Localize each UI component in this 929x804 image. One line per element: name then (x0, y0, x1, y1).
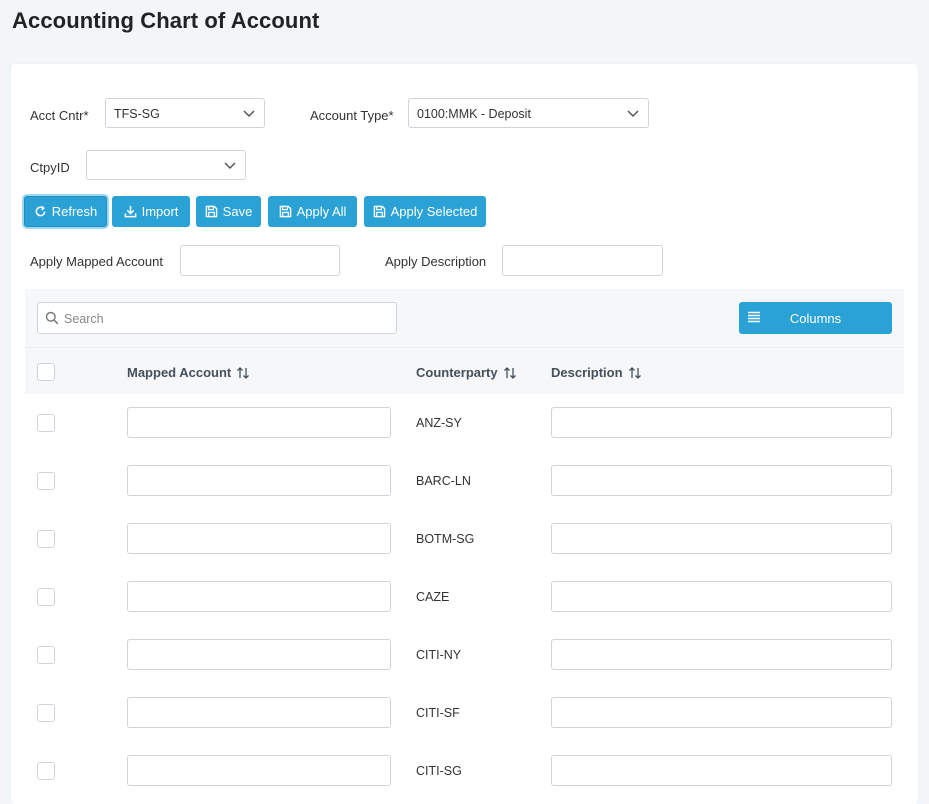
page-title: Accounting Chart of Account (12, 8, 320, 33)
search-input[interactable]: Search (37, 302, 397, 334)
chevron-down-icon (243, 110, 255, 118)
chevron-down-icon (224, 162, 236, 170)
description-input[interactable] (551, 755, 892, 786)
ctpy-select[interactable] (86, 150, 246, 180)
acct-cntr-label: Acct Cntr* (30, 108, 89, 123)
save-icon (279, 205, 291, 218)
apply-mapped-account-input[interactable] (180, 245, 340, 276)
columns-button[interactable]: Columns (739, 302, 892, 334)
save-icon (205, 205, 217, 218)
table-row: CITI-NY (25, 626, 904, 685)
sort-icon (237, 366, 250, 379)
counterparty-cell: CITI-SG (416, 764, 462, 778)
mapped-account-input[interactable] (127, 639, 391, 670)
apply-selected-label: Apply Selected (390, 204, 478, 219)
counterparty-cell: CITI-SF (416, 706, 460, 720)
counterparty-cell: CAZE (416, 590, 450, 604)
mapped-account-input[interactable] (127, 523, 391, 554)
mapped-account-input[interactable] (127, 755, 391, 786)
header-description[interactable]: Description (551, 365, 642, 380)
mapped-account-input[interactable] (127, 465, 391, 496)
header-mapped-account-label: Mapped Account (127, 365, 232, 380)
sort-icon (628, 366, 641, 379)
apply-description-label: Apply Description (385, 254, 487, 269)
mapped-account-input[interactable] (127, 697, 391, 728)
table-row: CITI-SG (25, 742, 904, 800)
header-mapped-account[interactable]: Mapped Account (127, 365, 250, 380)
select-all-checkbox[interactable] (37, 363, 55, 381)
acct-cntr-value: TFS-SG (114, 107, 160, 121)
save-button[interactable]: Save (196, 196, 261, 227)
account-type-select[interactable]: 0100:MMK - Deposit (408, 98, 649, 128)
download-icon (124, 205, 136, 218)
sort-icon (503, 366, 516, 379)
apply-selected-button[interactable]: Apply Selected (364, 196, 486, 227)
row-checkbox[interactable] (37, 530, 55, 548)
row-checkbox[interactable] (37, 414, 55, 432)
search-placeholder: Search (64, 312, 104, 326)
header-description-label: Description (551, 365, 623, 380)
chevron-down-icon (627, 110, 639, 118)
counterparty-cell: CITI-NY (416, 648, 462, 662)
search-icon (45, 311, 59, 325)
table-row: ANZ-SY (25, 394, 904, 453)
refresh-icon (35, 205, 46, 217)
description-input[interactable] (551, 639, 892, 670)
table-row: CAZE (25, 568, 904, 627)
table-row: BOTM-SG (25, 510, 904, 569)
row-checkbox[interactable] (37, 704, 55, 722)
counterparty-cell: BOTM-SG (416, 532, 475, 546)
account-type-value: 0100:MMK - Deposit (417, 107, 531, 121)
refresh-label: Refresh (51, 204, 98, 219)
header-counterparty-label: Counterparty (416, 365, 498, 380)
table-row: CITI-SF (25, 684, 904, 743)
description-input[interactable] (551, 697, 892, 728)
row-checkbox[interactable] (37, 646, 55, 664)
header-counterparty[interactable]: Counterparty (416, 365, 517, 380)
ctpy-label: CtpyID (30, 160, 70, 175)
import-button[interactable]: Import (112, 196, 190, 227)
table-row: BARC-LN (25, 452, 904, 511)
grid-header-row: Mapped Account Counterparty Description (25, 347, 904, 395)
save-icon (373, 205, 385, 218)
counterparty-cell: ANZ-SY (416, 416, 462, 430)
row-checkbox[interactable] (37, 588, 55, 606)
description-input[interactable] (551, 581, 892, 612)
refresh-button[interactable]: Refresh (24, 196, 107, 227)
description-input[interactable] (551, 465, 892, 496)
save-label: Save (222, 204, 253, 219)
account-type-label: Account Type* (310, 108, 394, 123)
apply-mapped-account-label: Apply Mapped Account (30, 254, 163, 269)
acct-cntr-select[interactable]: TFS-SG (105, 98, 265, 128)
counterparty-cell: BARC-LN (416, 474, 471, 488)
row-checkbox[interactable] (37, 762, 55, 780)
apply-all-label: Apply All (296, 204, 347, 219)
description-input[interactable] (551, 523, 892, 554)
apply-description-input[interactable] (502, 245, 663, 276)
import-label: Import (141, 204, 179, 219)
apply-all-button[interactable]: Apply All (268, 196, 357, 227)
description-input[interactable] (551, 407, 892, 438)
row-checkbox[interactable] (37, 472, 55, 490)
mapped-account-input[interactable] (127, 581, 391, 612)
columns-label: Columns (789, 311, 842, 326)
mapped-account-input[interactable] (127, 407, 391, 438)
